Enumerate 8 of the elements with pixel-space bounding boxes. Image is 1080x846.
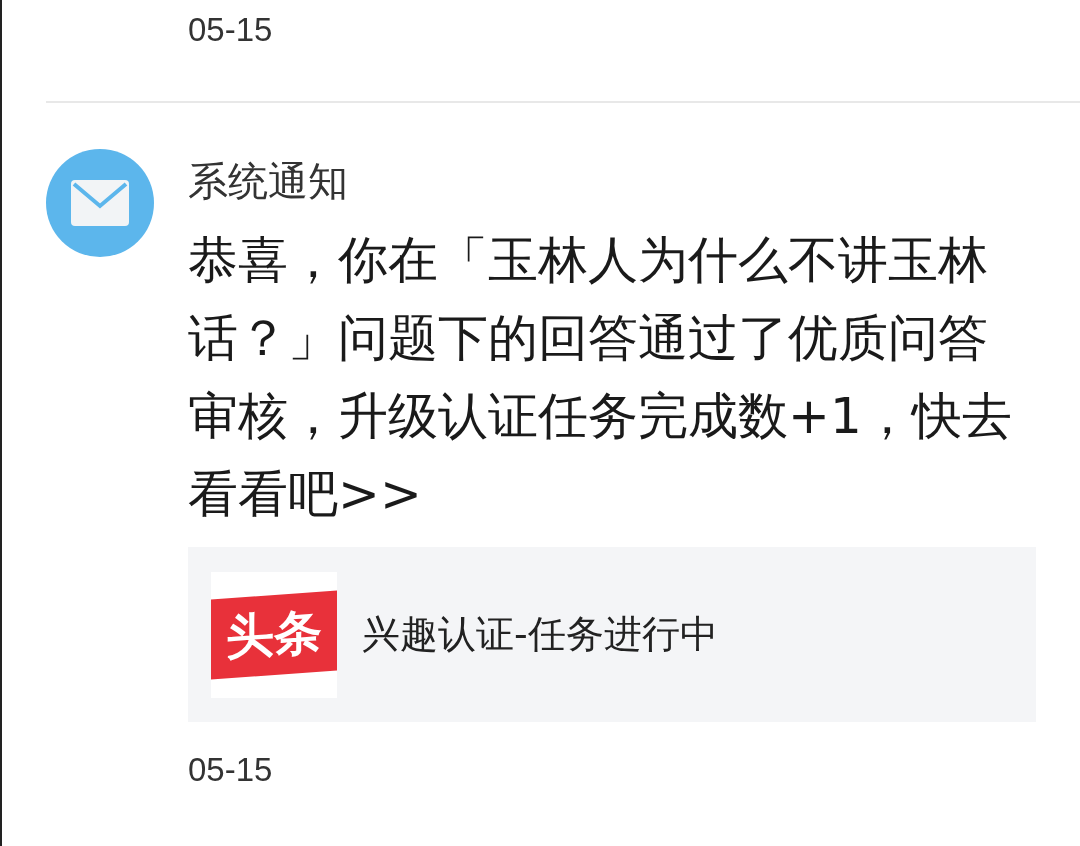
date-text: 05-15	[188, 750, 274, 790]
message-text: 恭喜，你在「玉林人为什么不讲玉林话？」问题下的回答通过了优质问答审核，升级认证任务完成数+1，快去看看吧>>	[188, 230, 1013, 525]
date-text: 05-15	[188, 10, 274, 50]
sender-name: 系统通知	[188, 157, 349, 206]
task-card[interactable]: 头条 兴趣认证-任务进行中	[188, 547, 1036, 722]
mail-icon	[71, 180, 129, 226]
app-logo: 头条	[211, 571, 337, 698]
card-title: 兴趣认证-任务进行中	[362, 611, 718, 658]
